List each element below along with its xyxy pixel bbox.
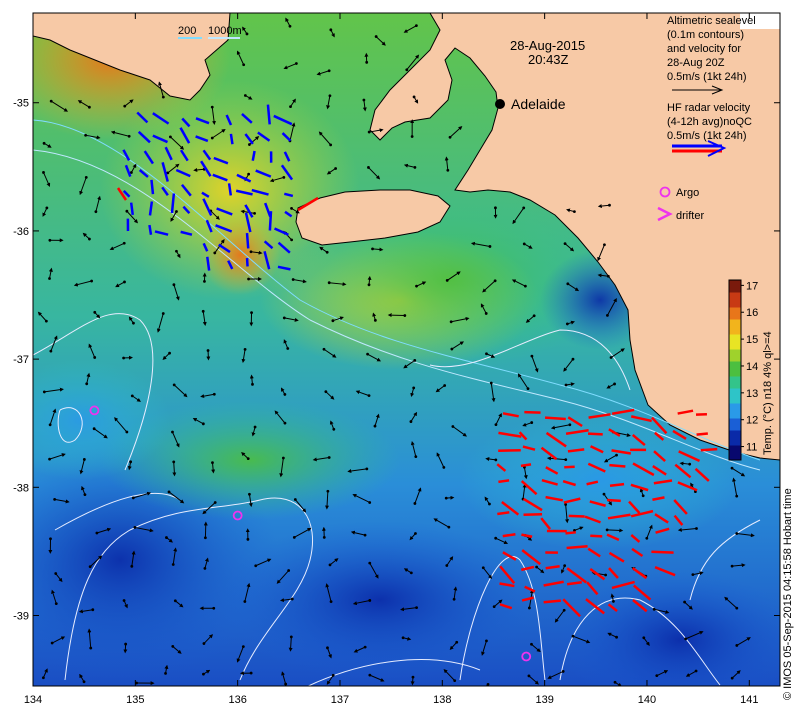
y-tick-label: -35 [13, 98, 29, 110]
legend-sealevel-line-2: (0.1m contours) [667, 29, 744, 41]
legend-sealevel-line-1: Altimetric sealevel [667, 15, 756, 27]
colorbar-tick-label: 15 [746, 334, 758, 346]
adelaide-label: Adelaide [511, 96, 566, 112]
sst-map: Adelaide 28-Aug-2015 20:43Z 200 1000m Al… [13, 12, 781, 706]
map-figure: Adelaide 28-Aug-2015 20:43Z 200 1000m Al… [0, 0, 800, 720]
y-tick-label: -38 [13, 482, 29, 494]
legend-hf-line-3: 0.5m/s (1kt 24h) [667, 130, 746, 142]
bathymetry-label-200: 200 [178, 25, 196, 37]
credit-line: © IMOS 05-Sep-2015 04:15:58 Hobart time [782, 488, 794, 700]
legend-sealevel-line-3: and velocity for [667, 43, 741, 55]
legend-hf-line-2: (4-12h avg)noQC [667, 116, 752, 128]
map-time: 20:43Z [528, 52, 569, 67]
colorbar-tick-label: 13 [746, 388, 758, 400]
x-tick-label: 139 [535, 694, 553, 706]
x-tick-label: 140 [638, 694, 656, 706]
legend-drifter-label: drifter [676, 210, 704, 222]
legend-hf-line-1: HF radar velocity [667, 102, 751, 114]
bathymetry-label-1000: 1000m [208, 25, 242, 37]
colorbar-tick-label: 17 [746, 280, 758, 292]
x-tick-label: 137 [331, 694, 349, 706]
legend-sealevel-line-4: 28-Aug 20Z [667, 57, 725, 69]
colorbar-tick-label: 11 [746, 442, 757, 454]
legend-sealevel-line-5: 0.5m/s (1kt 24h) [667, 71, 746, 83]
x-tick-label: 135 [126, 694, 144, 706]
x-tick-label: 138 [433, 694, 451, 706]
y-tick-label: -36 [13, 226, 29, 238]
colorbar-tick-label: 16 [746, 307, 758, 319]
colorbar-tick-label: 14 [746, 361, 758, 373]
x-tick-label: 136 [228, 694, 246, 706]
x-tick-label: 141 [740, 694, 758, 706]
colorbar-tick-label: 12 [746, 415, 758, 427]
colorbar-title: Temp. (°C) n18 4% ql>=4 [762, 331, 774, 455]
map-date: 28-Aug-2015 [510, 38, 585, 53]
x-tick-label: 134 [24, 694, 42, 706]
legend-argo-label: Argo [676, 187, 699, 199]
y-tick-label: -39 [13, 610, 29, 622]
adelaide-marker [495, 99, 505, 109]
y-tick-label: -37 [13, 354, 29, 366]
